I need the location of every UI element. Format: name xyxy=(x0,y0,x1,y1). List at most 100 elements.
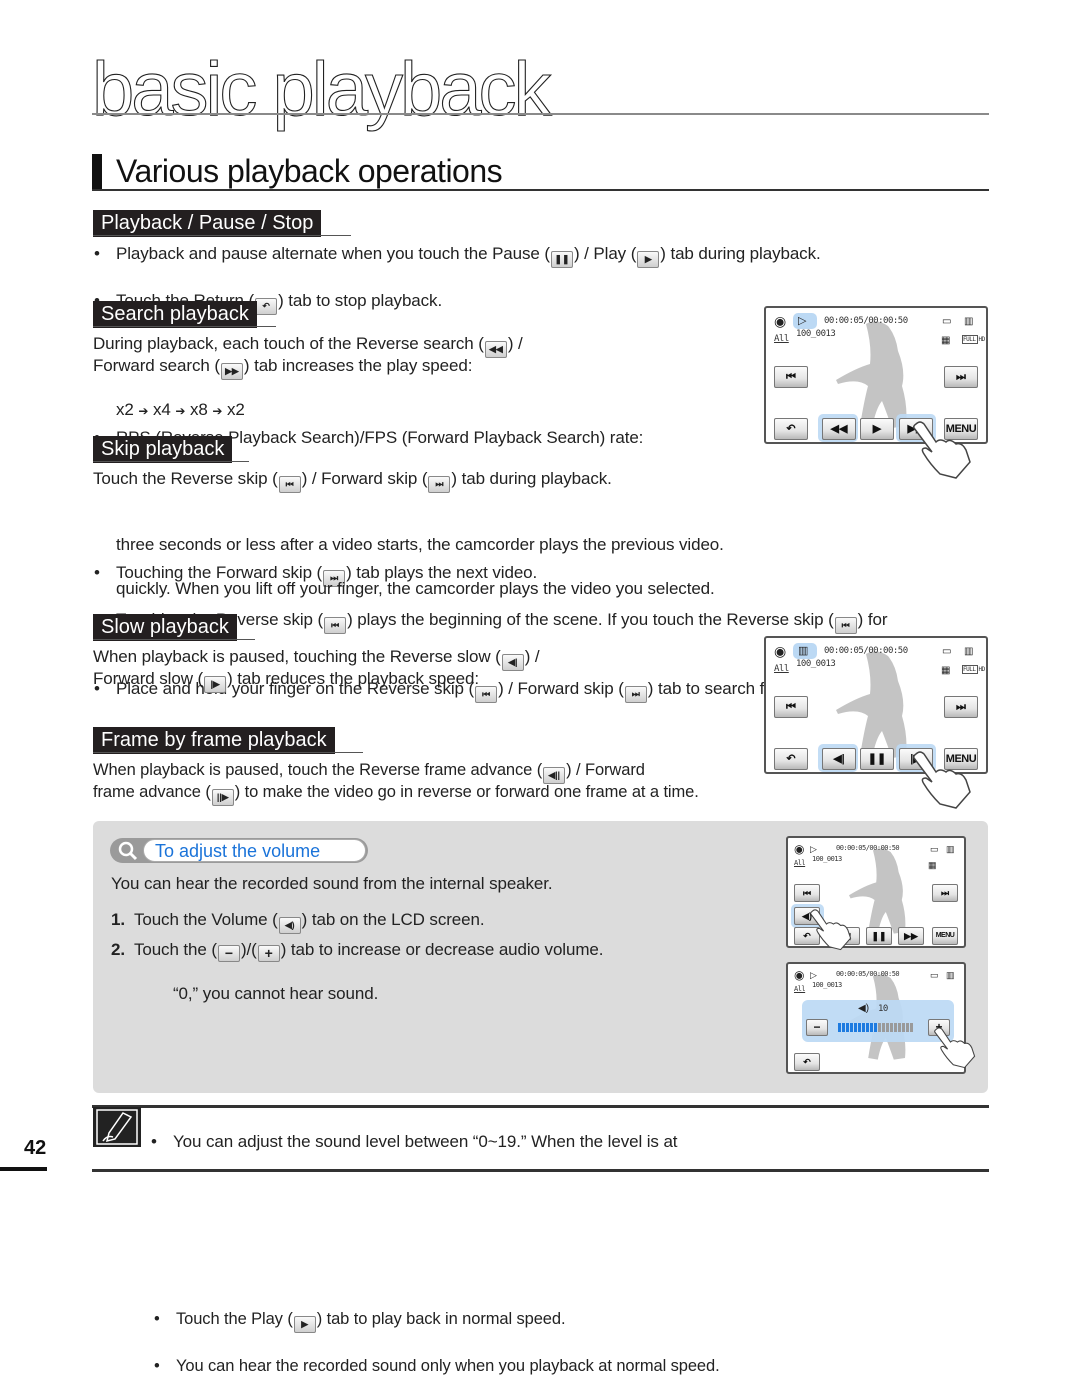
return-button[interactable]: ↶ xyxy=(774,748,808,770)
forward-search-icon: ▶▶ xyxy=(220,363,243,380)
section-marker xyxy=(92,154,102,191)
search-para-line2: Forward search (▶▶) tab increases the pl… xyxy=(93,355,472,380)
tip-step-2-bullet-cont: “0,” you cannot hear sound. xyxy=(173,984,379,1003)
volume-segment xyxy=(890,1023,893,1032)
forward-slow-icon: |▶ xyxy=(204,676,227,693)
play-status-icon: ▷ xyxy=(810,844,817,854)
slow-para-line2: Forward slow (|▶) tab reduces the playba… xyxy=(93,668,479,693)
section-title: Various playback operations xyxy=(116,153,503,189)
minus-icon: − xyxy=(217,945,240,962)
volume-segment xyxy=(870,1023,873,1032)
heading-underline xyxy=(93,235,351,236)
play-icon: ▶ xyxy=(293,1316,316,1333)
tip-step-1: 1. Touch the Volume (◀)) tab on the LCD … xyxy=(111,909,485,934)
return-button[interactable]: ↶ xyxy=(774,418,808,440)
quality-icon: ▦ xyxy=(941,665,951,676)
volume-down-button[interactable]: − xyxy=(806,1019,828,1036)
section-rule xyxy=(92,189,989,191)
volume-segment xyxy=(882,1023,885,1032)
volume-segment xyxy=(902,1023,905,1032)
file-number: 100_0013 xyxy=(812,981,842,989)
heading-search-playback: Search playback xyxy=(93,301,257,328)
volume-segment xyxy=(858,1023,861,1032)
volume-segment xyxy=(866,1023,869,1032)
tip-step-2-bullet: You can adjust the sound level between “… xyxy=(150,1131,1080,1153)
bullet-reverse-skip: Touching the Reverse skip (⏮) plays the … xyxy=(93,609,1080,634)
card-icon: ▭ xyxy=(942,316,952,327)
battery-icon: ▥ xyxy=(964,646,974,657)
reverse-search-button[interactable]: ◀◀ xyxy=(822,418,856,440)
arrow-icon: ➔ xyxy=(212,404,223,418)
arrow-icon: ➔ xyxy=(138,404,149,418)
bullet-reverse-skip-cont: three seconds or less after a video star… xyxy=(116,535,724,554)
volume-bar[interactable] xyxy=(838,1023,913,1032)
page-number: 42 xyxy=(24,1137,47,1159)
note-bullet-2: You can hear the recorded sound only whe… xyxy=(153,1355,1080,1377)
plus-icon: + xyxy=(257,945,280,962)
heading-underline xyxy=(93,326,276,327)
heading-skip-playback: Skip playback xyxy=(93,436,233,463)
forward-frame-icon: ||▶ xyxy=(211,789,234,806)
battery-icon: ▥ xyxy=(946,970,955,980)
all-label: All xyxy=(774,664,789,674)
chapter-rule xyxy=(92,113,989,115)
play-status-icon: ▷ xyxy=(810,970,817,980)
forward-skip-button[interactable]: ⏭ xyxy=(944,366,978,388)
forward-skip-icon: ⏭ xyxy=(428,476,451,493)
note-rule-bottom xyxy=(92,1169,989,1172)
pause-button[interactable]: ❚❚ xyxy=(860,748,894,770)
volume-icon: ◀) xyxy=(278,917,301,934)
return-icon: ↶ xyxy=(255,298,278,315)
frame-para-line2: frame advance (||▶) to make the video go… xyxy=(93,781,699,806)
volume-segment xyxy=(850,1023,853,1032)
play-icon: ▶ xyxy=(637,251,660,268)
forward-search-button[interactable]: ▶▶ xyxy=(898,927,924,945)
card-icon: ▭ xyxy=(930,844,939,854)
heading-frame-playback: Frame by frame playback xyxy=(93,727,335,754)
tip-title: To adjust the volume xyxy=(155,841,321,861)
volume-segment xyxy=(854,1023,857,1032)
arrow-icon: ➔ xyxy=(175,404,186,418)
search-rate-sequence: x2 ➔ x4 ➔ x8 ➔ x2 xyxy=(116,400,245,419)
forward-skip-button[interactable]: ⏭ xyxy=(932,884,958,902)
volume-segment xyxy=(842,1023,845,1032)
reverse-skip-button[interactable]: ⏮ xyxy=(774,366,808,388)
reverse-skip-icon: ⏮ xyxy=(278,476,301,493)
page-number-rule xyxy=(0,1167,47,1171)
note-pencil-icon xyxy=(93,1107,141,1147)
reverse-skip-button[interactable]: ⏮ xyxy=(794,884,820,902)
all-label: All xyxy=(794,985,806,993)
file-number: 100_0013 xyxy=(812,855,842,863)
note-bullet-1: Touch the Play (▶) tab to play back in n… xyxy=(153,1308,1080,1333)
playback-mode-icon: ◉ xyxy=(774,643,787,659)
return-button[interactable]: ↶ xyxy=(794,1053,820,1071)
menu-button[interactable]: MENU xyxy=(932,927,958,945)
battery-icon: ▥ xyxy=(964,316,974,327)
playback-mode-icon: ◉ xyxy=(794,968,805,982)
volume-level: 10 xyxy=(878,1004,888,1014)
forward-skip-button[interactable]: ⏭ xyxy=(944,696,978,718)
volume-segment xyxy=(878,1023,881,1032)
heading-underline xyxy=(93,461,249,462)
volume-segment xyxy=(838,1023,841,1032)
hand-pointer-icon xyxy=(810,909,852,951)
pause-icon: ❚❚ xyxy=(550,251,573,268)
volume-segment xyxy=(862,1023,865,1032)
play-button[interactable]: ▶ xyxy=(860,418,894,440)
reverse-skip-button[interactable]: ⏮ xyxy=(774,696,808,718)
speaker-icon: ◀) xyxy=(858,1003,870,1014)
hand-pointer-icon xyxy=(913,751,971,809)
all-label: All xyxy=(794,859,806,867)
volume-segment xyxy=(906,1023,909,1032)
magnifier-icon xyxy=(118,841,138,861)
playback-mode-icon: ◉ xyxy=(794,842,805,856)
hand-pointer-icon xyxy=(934,1027,976,1069)
timecode: 00:00:05/00:00:50 xyxy=(824,646,908,656)
forward-skip-icon: ⏭ xyxy=(624,686,647,703)
reverse-slow-button[interactable]: ◀| xyxy=(822,748,856,770)
volume-segment xyxy=(894,1023,897,1032)
battery-icon: ▥ xyxy=(946,844,955,854)
volume-segment xyxy=(846,1023,849,1032)
pause-button[interactable]: ❚❚ xyxy=(866,927,892,945)
quality-icon: ▦ xyxy=(928,860,937,870)
